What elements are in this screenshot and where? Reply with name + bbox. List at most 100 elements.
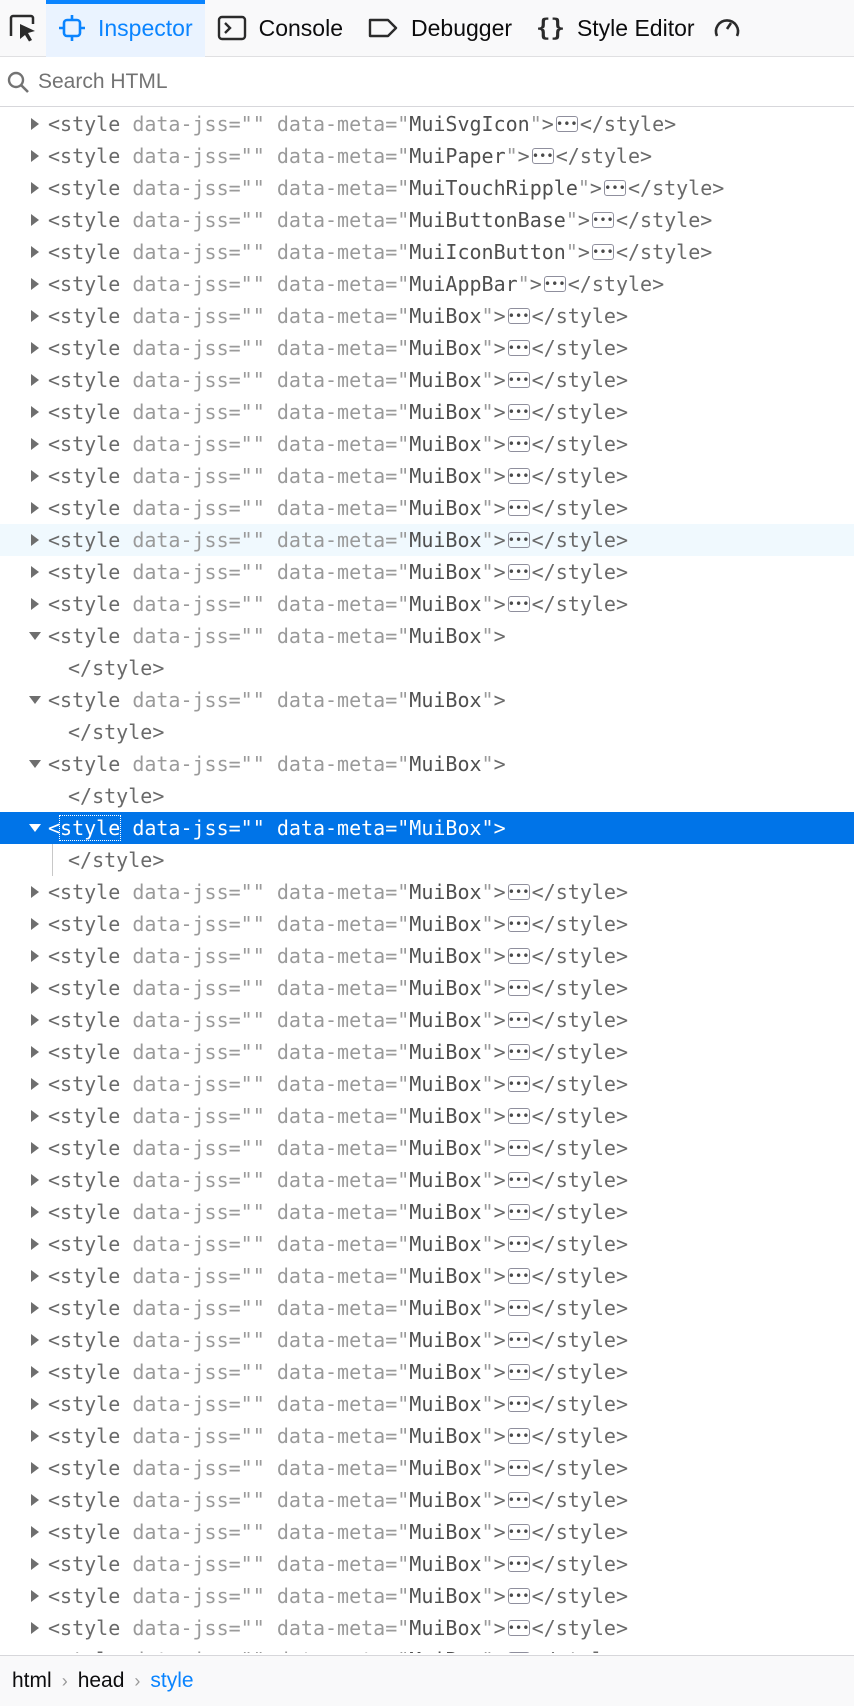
expand-arrow-right-icon[interactable] xyxy=(0,149,48,163)
tab-debugger[interactable]: Debugger xyxy=(355,0,524,57)
ellipsis-expand-button[interactable]: ••• xyxy=(507,1140,530,1156)
tree-close-tag-row[interactable]: </style > xyxy=(0,780,854,812)
expand-arrow-right-icon[interactable] xyxy=(0,1109,48,1123)
expand-arrow-right-icon[interactable] xyxy=(0,1077,48,1091)
expand-arrow-down-icon[interactable] xyxy=(0,757,48,771)
ellipsis-expand-button[interactable]: ••• xyxy=(507,1364,530,1380)
expand-arrow-right-icon[interactable] xyxy=(0,1141,48,1155)
ellipsis-expand-button[interactable]: ••• xyxy=(507,1460,530,1476)
ellipsis-expand-button[interactable]: ••• xyxy=(507,596,530,612)
ellipsis-expand-button[interactable]: ••• xyxy=(591,244,614,260)
tree-node-row[interactable]: < style data-jss =" " data-meta =" MuiButtonB… xyxy=(0,204,854,236)
ellipsis-expand-button[interactable]: ••• xyxy=(507,564,530,580)
tree-node-row[interactable]: < style data-jss =" " data-meta =" MuiBox " > xyxy=(0,620,854,652)
ellipsis-expand-button[interactable]: ••• xyxy=(507,1204,530,1220)
tree-node-row[interactable]: < style data-jss =" " data-meta =" MuiTouchRi… xyxy=(0,172,854,204)
expand-arrow-down-icon[interactable] xyxy=(0,629,48,643)
tree-close-tag-row[interactable]: </style > xyxy=(0,844,854,876)
tab-console[interactable]: Console xyxy=(205,0,355,57)
tree-node-row[interactable]: <style data-jss="" data-meta="MuiBox">••… xyxy=(0,1452,854,1484)
tree-node-row[interactable]: <style data-jss="" data-meta="MuiBox">••… xyxy=(0,1548,854,1580)
tree-node-row[interactable]: <style data-jss="" data-meta="MuiBox">••… xyxy=(0,1484,854,1516)
ellipsis-expand-button[interactable]: ••• xyxy=(507,468,530,484)
ellipsis-expand-button[interactable]: ••• xyxy=(507,340,530,356)
tree-node-row[interactable]: <style data-jss="" data-meta="MuiBox">••… xyxy=(0,972,854,1004)
ellipsis-expand-button[interactable]: ••• xyxy=(507,1332,530,1348)
tree-node-row[interactable]: <style data-jss="" data-meta="MuiBox">••… xyxy=(0,1132,854,1164)
expand-arrow-right-icon[interactable] xyxy=(0,373,48,387)
expand-arrow-right-icon[interactable] xyxy=(0,981,48,995)
expand-arrow-right-icon[interactable] xyxy=(0,1269,48,1283)
ellipsis-expand-button[interactable]: ••• xyxy=(507,404,530,420)
expand-arrow-right-icon[interactable] xyxy=(0,1301,48,1315)
tree-node-row[interactable]: <style data-jss="" data-meta="MuiBox">••… xyxy=(0,876,854,908)
tree-node-row[interactable]: <style data-jss="" data-meta="MuiBox">••… xyxy=(0,1580,854,1612)
expand-arrow-right-icon[interactable] xyxy=(0,277,48,291)
ellipsis-expand-button[interactable]: ••• xyxy=(507,1524,530,1540)
tree-node-row[interactable]: <style data-jss="" data-meta="MuiBox">••… xyxy=(0,1036,854,1068)
ellipsis-expand-button[interactable]: ••• xyxy=(507,884,530,900)
tree-node-row[interactable]: <style data-jss="" data-meta="MuiBox">••… xyxy=(0,524,854,556)
tree-node-row[interactable]: < style data-jss =" " data-meta =" MuiAppBar "… xyxy=(0,268,854,300)
ellipsis-expand-button[interactable]: ••• xyxy=(507,1108,530,1124)
element-picker-button[interactable] xyxy=(0,0,46,57)
ellipsis-expand-button[interactable]: ••• xyxy=(507,1492,530,1508)
ellipsis-expand-button[interactable]: ••• xyxy=(507,532,530,548)
expand-arrow-right-icon[interactable] xyxy=(0,1589,48,1603)
expand-arrow-right-icon[interactable] xyxy=(0,181,48,195)
expand-arrow-right-icon[interactable] xyxy=(0,1205,48,1219)
expand-arrow-right-icon[interactable] xyxy=(0,341,48,355)
expand-arrow-right-icon[interactable] xyxy=(0,1429,48,1443)
tree-node-row[interactable]: < style data-jss =" " data-meta =" MuiBox " > xyxy=(0,748,854,780)
tree-close-tag-row[interactable]: </style > xyxy=(0,652,854,684)
ellipsis-expand-button[interactable]: ••• xyxy=(555,116,578,132)
ellipsis-expand-button[interactable]: ••• xyxy=(507,1012,530,1028)
ellipsis-expand-button[interactable]: ••• xyxy=(507,1396,530,1412)
tree-node-row[interactable]: <style data-jss="" data-meta="MuiBox">••… xyxy=(0,1196,854,1228)
ellipsis-expand-button[interactable]: ••• xyxy=(543,276,566,292)
tab-style-editor[interactable]: {} Style Editor xyxy=(524,0,707,57)
ellipsis-expand-button[interactable]: ••• xyxy=(531,148,554,164)
expand-arrow-right-icon[interactable] xyxy=(0,405,48,419)
tree-node-row[interactable]: < style data-jss =" " data-meta =" MuiBox " > xyxy=(0,812,854,844)
tree-node-row[interactable]: <style data-jss="" data-meta="MuiBox">••… xyxy=(0,556,854,588)
ellipsis-expand-button[interactable]: ••• xyxy=(507,1236,530,1252)
ellipsis-expand-button[interactable]: ••• xyxy=(591,212,614,228)
tree-node-row[interactable]: <style data-jss="" data-meta="MuiBox">••… xyxy=(0,1100,854,1132)
expand-arrow-right-icon[interactable] xyxy=(0,117,48,131)
tree-node-row[interactable]: <style data-jss="" data-meta="MuiBox">••… xyxy=(0,1004,854,1036)
ellipsis-expand-button[interactable]: ••• xyxy=(507,372,530,388)
ellipsis-expand-button[interactable]: ••• xyxy=(507,948,530,964)
ellipsis-expand-button[interactable]: ••• xyxy=(507,1172,530,1188)
ellipsis-expand-button[interactable]: ••• xyxy=(507,1076,530,1092)
tree-node-row[interactable]: < style data-jss =" " data-meta =" MuiIconBut… xyxy=(0,236,854,268)
tree-node-row[interactable]: <style data-jss="" data-meta="MuiBox">••… xyxy=(0,1164,854,1196)
tree-node-row[interactable]: <style data-jss="" data-meta="MuiBox">••… xyxy=(0,300,854,332)
expand-arrow-right-icon[interactable] xyxy=(0,949,48,963)
tree-node-row[interactable]: <style data-jss="" data-meta="MuiBox">••… xyxy=(0,1516,854,1548)
expand-arrow-right-icon[interactable] xyxy=(0,1173,48,1187)
tab-inspector[interactable]: Inspector xyxy=(46,0,205,57)
ellipsis-expand-button[interactable]: ••• xyxy=(507,1428,530,1444)
expand-arrow-right-icon[interactable] xyxy=(0,1237,48,1251)
breadcrumb-head[interactable]: head xyxy=(76,1669,127,1693)
expand-arrow-right-icon[interactable] xyxy=(0,1461,48,1475)
expand-arrow-right-icon[interactable] xyxy=(0,1333,48,1347)
expand-arrow-right-icon[interactable] xyxy=(0,469,48,483)
ellipsis-expand-button[interactable]: ••• xyxy=(507,308,530,324)
ellipsis-expand-button[interactable]: ••• xyxy=(507,1300,530,1316)
ellipsis-expand-button[interactable]: ••• xyxy=(507,436,530,452)
ellipsis-expand-button[interactable]: ••• xyxy=(507,916,530,932)
tree-node-row[interactable]: < style data-jss =" " data-meta =" MuiSvgIcon… xyxy=(0,108,854,140)
tab-performance[interactable] xyxy=(707,0,747,57)
tree-node-row[interactable]: <style data-jss="" data-meta="MuiBox">••… xyxy=(0,1228,854,1260)
expand-arrow-right-icon[interactable] xyxy=(0,245,48,259)
expand-arrow-right-icon[interactable] xyxy=(0,565,48,579)
expand-arrow-right-icon[interactable] xyxy=(0,1493,48,1507)
breadcrumb-html[interactable]: html xyxy=(10,1669,54,1693)
ellipsis-expand-button[interactable]: ••• xyxy=(507,1652,530,1653)
expand-arrow-down-icon[interactable] xyxy=(0,693,48,707)
ellipsis-expand-button[interactable]: ••• xyxy=(507,1044,530,1060)
expand-arrow-right-icon[interactable] xyxy=(0,1397,48,1411)
ellipsis-expand-button[interactable]: ••• xyxy=(507,1556,530,1572)
